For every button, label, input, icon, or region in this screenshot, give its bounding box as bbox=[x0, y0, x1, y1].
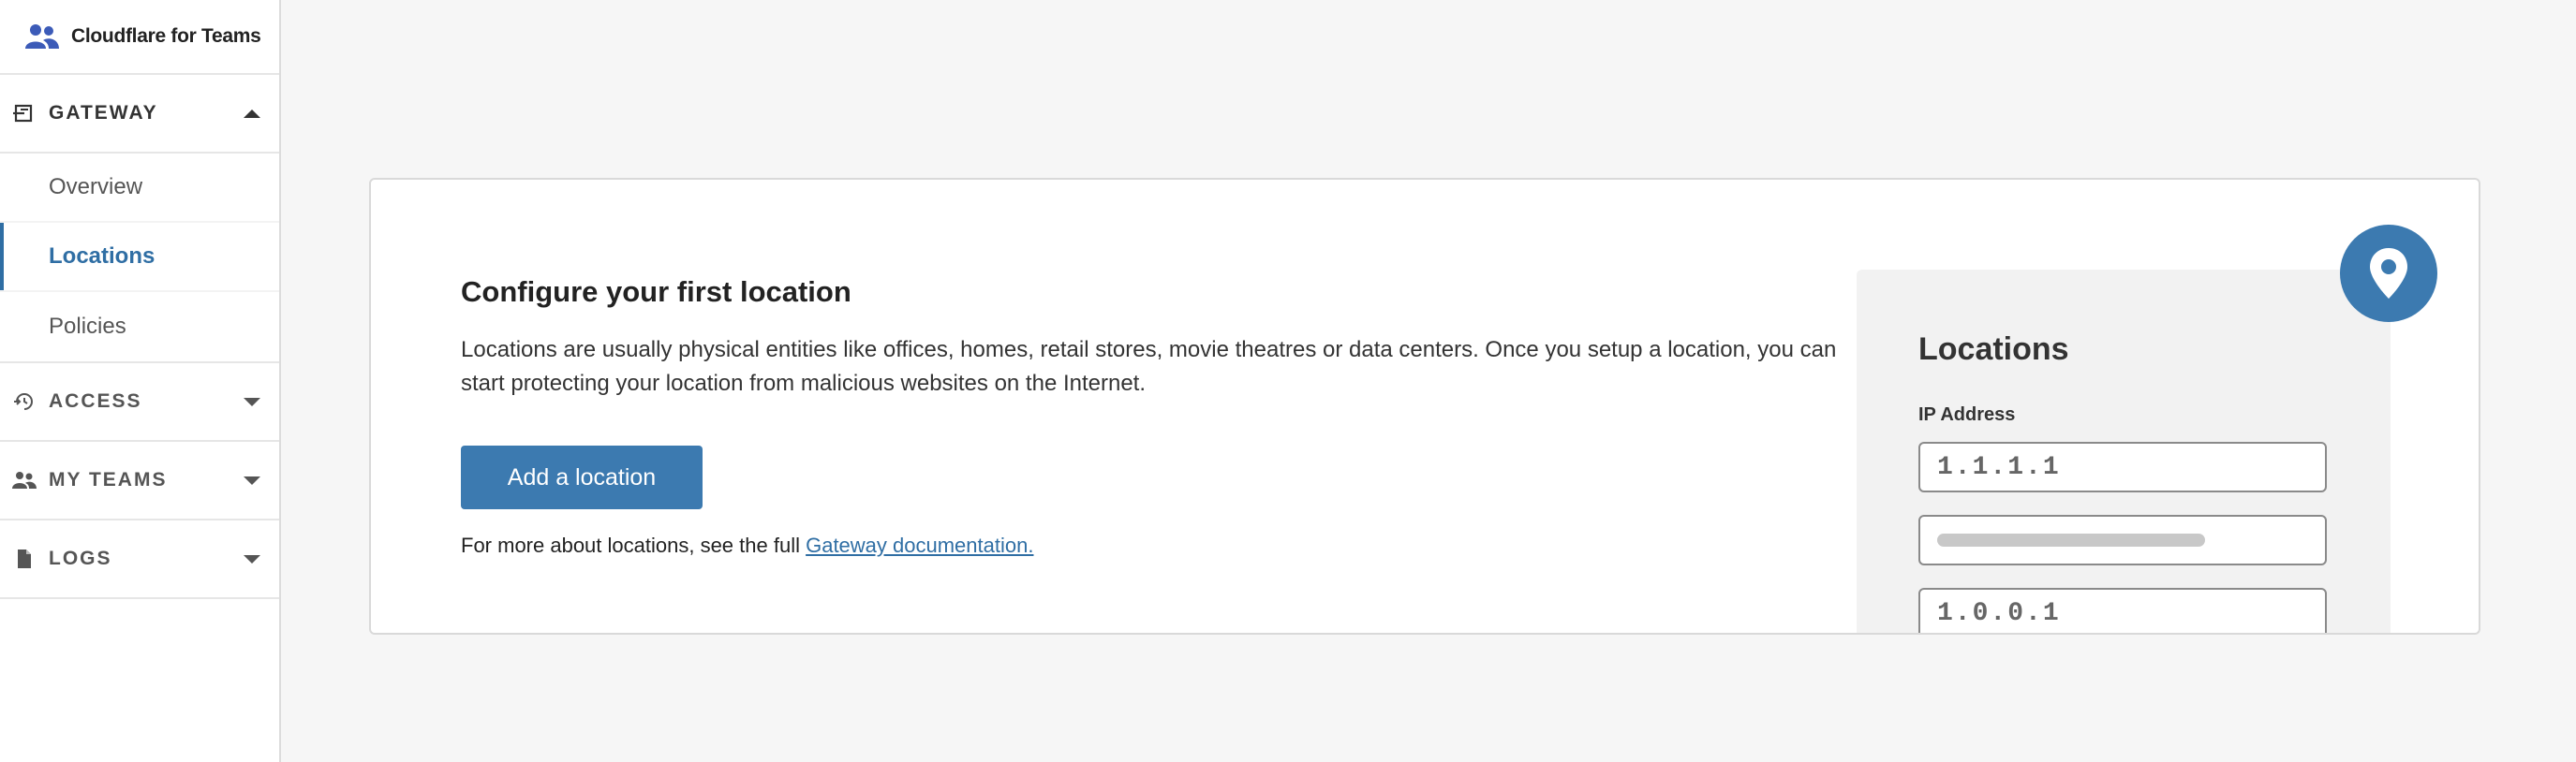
gateway-icon bbox=[11, 100, 37, 126]
brand-header[interactable]: Cloudflare for Teams bbox=[0, 0, 279, 75]
chevron-down-icon bbox=[244, 554, 260, 564]
ip-address-label: IP Address bbox=[1918, 404, 2016, 425]
users-icon bbox=[25, 24, 59, 49]
sidebar-section-my-teams[interactable]: MY TEAMS bbox=[0, 442, 279, 520]
sidebar-section-label: GATEWAY bbox=[49, 102, 158, 124]
documentation-text: For more about locations, see the full bbox=[461, 534, 800, 557]
illustration-title: Locations bbox=[1918, 331, 2069, 367]
placeholder-bar bbox=[1937, 534, 2205, 547]
sidebar-section-label: ACCESS bbox=[49, 390, 142, 412]
ip-address-field-3: 1.0.0.1 bbox=[1918, 588, 2327, 633]
sidebar-item-label: Overview bbox=[49, 174, 143, 199]
sidebar-section-gateway[interactable]: GATEWAY bbox=[0, 75, 279, 154]
ip-address-field-2 bbox=[1918, 515, 2327, 565]
brand-name: Cloudflare for Teams bbox=[71, 25, 261, 47]
sidebar-section-access[interactable]: ACCESS bbox=[0, 363, 279, 442]
document-icon bbox=[11, 546, 37, 572]
add-location-button[interactable]: Add a location bbox=[461, 446, 703, 509]
chevron-up-icon bbox=[244, 109, 260, 118]
ip-address-field-1: 1.1.1.1 bbox=[1918, 442, 2327, 492]
sidebar-item-label: Locations bbox=[49, 243, 155, 269]
sidebar-item-policies[interactable]: Policies bbox=[0, 292, 279, 361]
page-description: Locations are usually physical entities … bbox=[461, 337, 1837, 396]
sidebar-item-overview[interactable]: Overview bbox=[0, 154, 279, 223]
team-icon bbox=[11, 467, 37, 493]
location-pin-icon bbox=[2340, 225, 2437, 322]
sidebar-section-logs[interactable]: LOGS bbox=[0, 520, 279, 599]
chevron-down-icon bbox=[244, 397, 260, 406]
locations-illustration: Locations IP Address 1.1.1.1 1.0.0.1 bbox=[1857, 270, 2391, 633]
empty-state-card: Configure your first location Locations … bbox=[369, 178, 2480, 635]
sidebar-section-label: LOGS bbox=[49, 548, 112, 569]
sidebar-item-locations[interactable]: Locations bbox=[0, 223, 279, 292]
gateway-subnav: Overview Locations Policies bbox=[0, 154, 279, 363]
access-icon bbox=[11, 388, 37, 415]
sidebar-section-label: MY TEAMS bbox=[49, 469, 168, 491]
page-title: Configure your first location bbox=[461, 275, 851, 308]
sidebar: Cloudflare for Teams GATEWAY Overview Lo… bbox=[0, 0, 281, 762]
gateway-documentation-link[interactable]: Gateway documentation. bbox=[806, 534, 1033, 557]
chevron-down-icon bbox=[244, 476, 260, 485]
sidebar-item-label: Policies bbox=[49, 314, 126, 339]
documentation-note: For more about locations, see the full G… bbox=[461, 534, 1033, 558]
